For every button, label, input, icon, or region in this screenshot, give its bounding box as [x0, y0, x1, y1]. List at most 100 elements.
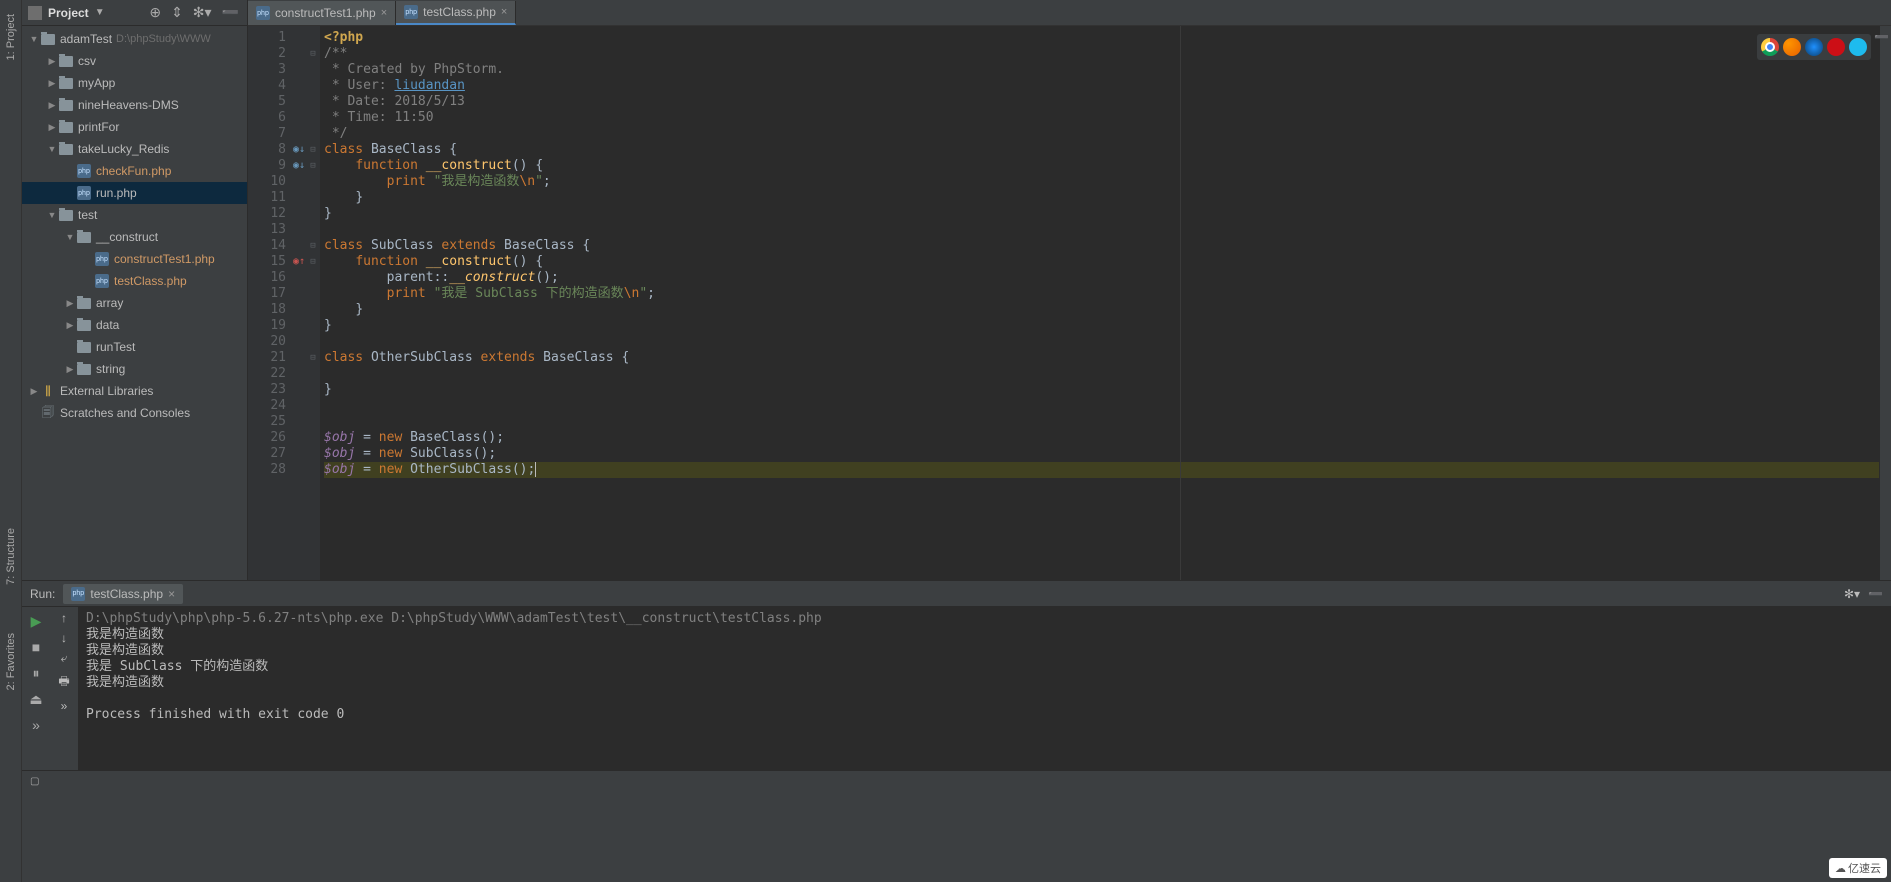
tree-item-label: __construct — [96, 230, 158, 244]
tree-item[interactable]: ▼ takeLucky_Redis — [22, 138, 247, 160]
tree-item[interactable]: ▶string — [22, 358, 247, 380]
right-margin-line — [1180, 26, 1181, 580]
tree-item[interactable]: ▶ myApp — [22, 72, 247, 94]
tree-item[interactable]: ▶ csv — [22, 50, 247, 72]
structure-tool-tab[interactable]: 7: Structure — [3, 524, 19, 589]
pause-button[interactable]: ⏸ — [26, 663, 46, 683]
run-settings-icon[interactable]: ✻▾ — [1844, 587, 1860, 601]
project-icon — [28, 6, 42, 20]
expand-arrow-icon[interactable]: ▼ — [64, 232, 76, 242]
tree-item[interactable]: phpcheckFun.php — [22, 160, 247, 182]
expand-arrow-icon[interactable]: ▶ — [28, 386, 40, 397]
statusbar-menu[interactable]: ▢ — [30, 776, 39, 787]
php-file-icon: php — [76, 186, 92, 200]
editor-tab[interactable]: phpconstructTest1.php× — [248, 1, 396, 25]
expand-arrow-icon[interactable]: ▶ — [46, 100, 58, 111]
tree-item[interactable]: ▼ __construct — [22, 226, 247, 248]
php-icon: php — [71, 587, 85, 601]
locate-icon[interactable]: ⊕ — [147, 4, 163, 21]
hide-preview-icon[interactable]: ➖ — [1874, 30, 1889, 44]
run-console[interactable]: D:\phpStudy\php\php-5.6.27-nts\php.exe D… — [78, 607, 1891, 770]
rerun-button[interactable]: ▶ — [26, 611, 46, 631]
print-button[interactable]: 🖶 — [58, 672, 69, 693]
expand-arrow-icon[interactable]: ▶ — [64, 364, 76, 375]
tree-item[interactable]: ▶ nineHeavens-DMS — [22, 94, 247, 116]
tree-item-label: nineHeavens-DMS — [78, 98, 179, 112]
editor-tab[interactable]: phptestClass.php× — [396, 1, 516, 25]
expand-arrow-icon[interactable]: ▶ — [64, 320, 76, 331]
tree-item[interactable]: phprun.php — [22, 182, 247, 204]
tree-item[interactable]: ▶ printFor — [22, 116, 247, 138]
tree-item-label: test — [78, 208, 97, 222]
tab-label: constructTest1.php — [275, 6, 376, 20]
tree-item[interactable]: ▶ array — [22, 292, 247, 314]
php-file-icon: php — [94, 274, 110, 288]
down-button[interactable]: ↓ — [61, 631, 67, 645]
expand-arrow-icon[interactable]: ▶ — [46, 122, 58, 133]
tree-item-label: runTest — [96, 340, 135, 354]
line-gutter[interactable]: 1234567891011121314151617181920212223242… — [248, 26, 292, 580]
tree-item-label: testClass.php — [114, 274, 187, 288]
folder-icon — [58, 208, 74, 222]
tree-item[interactable]: php testClass.php — [22, 270, 247, 292]
firefox-icon[interactable] — [1783, 38, 1801, 56]
tree-item-label: csv — [78, 54, 96, 68]
settings-icon[interactable]: ✻▾ — [191, 4, 214, 21]
exit-button[interactable]: ⏏ — [26, 689, 46, 709]
expand-arrow-icon[interactable]: ▶ — [64, 298, 76, 309]
hide-icon[interactable]: ➖ — [220, 4, 241, 21]
folder-icon — [58, 142, 74, 156]
more-button[interactable]: » — [26, 715, 46, 735]
collapse-icon[interactable]: ⇕ — [169, 4, 185, 21]
tree-item-label: myApp — [78, 76, 115, 90]
editor-area: phpconstructTest1.php×phptestClass.php× … — [248, 0, 1891, 580]
tree-item[interactable]: ▼ test — [22, 204, 247, 226]
fold-gutter[interactable]: ⊟⊟⊟⊟⊟⊟ — [306, 26, 320, 580]
tree-item[interactable]: phpconstructTest1.php — [22, 248, 247, 270]
safari-icon[interactable] — [1805, 38, 1823, 56]
folder-icon — [76, 296, 92, 310]
folder-icon — [76, 230, 92, 244]
close-icon[interactable]: × — [168, 587, 175, 601]
view-mode-dropdown[interactable]: ▼ — [95, 7, 105, 18]
close-tab-icon[interactable]: × — [501, 6, 507, 18]
editor-scrollbar[interactable] — [1879, 26, 1891, 580]
tree-item[interactable]: ▼adamTestD:\phpStudy\WWW — [22, 28, 247, 50]
opera-icon[interactable] — [1827, 38, 1845, 56]
tree-item[interactable]: 🗐Scratches and Consoles — [22, 402, 247, 424]
more2-button[interactable]: » — [61, 699, 68, 713]
project-tool-tab[interactable]: 1: Project — [3, 10, 19, 64]
tree-item-label: takeLucky_Redis — [78, 142, 169, 156]
expand-arrow-icon[interactable]: ▼ — [46, 144, 58, 154]
favorites-tool-tab[interactable]: 2: Favorites — [3, 629, 19, 694]
expand-arrow-icon[interactable]: ▶ — [46, 56, 58, 67]
tree-item-path: D:\phpStudy\WWW — [116, 33, 211, 45]
chrome-icon[interactable] — [1761, 38, 1779, 56]
folder-icon — [58, 98, 74, 112]
up-button[interactable]: ↑ — [61, 611, 67, 625]
gutter-marks[interactable]: ◉↓◉↓◉↑ — [292, 26, 306, 580]
tree-item[interactable]: ▶⫼External Libraries — [22, 380, 247, 402]
stop-button[interactable]: ■ — [26, 637, 46, 657]
tree-item-label: Scratches and Consoles — [60, 406, 190, 420]
php-file-icon: php — [76, 164, 92, 178]
tree-item-label: array — [96, 296, 123, 310]
project-tree[interactable]: ▼adamTestD:\phpStudy\WWW ▶ csv ▶ myApp ▶ nineH… — [22, 26, 247, 580]
run-hide-icon[interactable]: ➖ — [1868, 587, 1883, 601]
tree-item[interactable]: ▶data — [22, 314, 247, 336]
left-tool-gutter: 1: Project 7: Structure 2: Favorites — [0, 0, 22, 882]
tree-item-label: printFor — [78, 120, 119, 134]
expand-arrow-icon[interactable]: ▼ — [46, 210, 58, 220]
folder-icon — [76, 340, 92, 354]
library-icon: ⫼ — [40, 384, 56, 398]
expand-arrow-icon[interactable]: ▼ — [28, 34, 40, 44]
ie-icon[interactable] — [1849, 38, 1867, 56]
expand-arrow-icon[interactable]: ▶ — [46, 78, 58, 89]
run-config-tab[interactable]: php testClass.php × — [63, 584, 183, 604]
close-tab-icon[interactable]: × — [381, 7, 387, 19]
wrap-button[interactable]: ⤶ — [61, 651, 68, 666]
code-editor[interactable]: <?php/** * Created by PhpStorm. * User: … — [320, 26, 1879, 580]
status-bar: ▢ — [22, 770, 1891, 792]
run-toolbar-left2: ↑ ↓ ⤶ 🖶 » — [50, 607, 78, 770]
tree-item[interactable]: runTest — [22, 336, 247, 358]
